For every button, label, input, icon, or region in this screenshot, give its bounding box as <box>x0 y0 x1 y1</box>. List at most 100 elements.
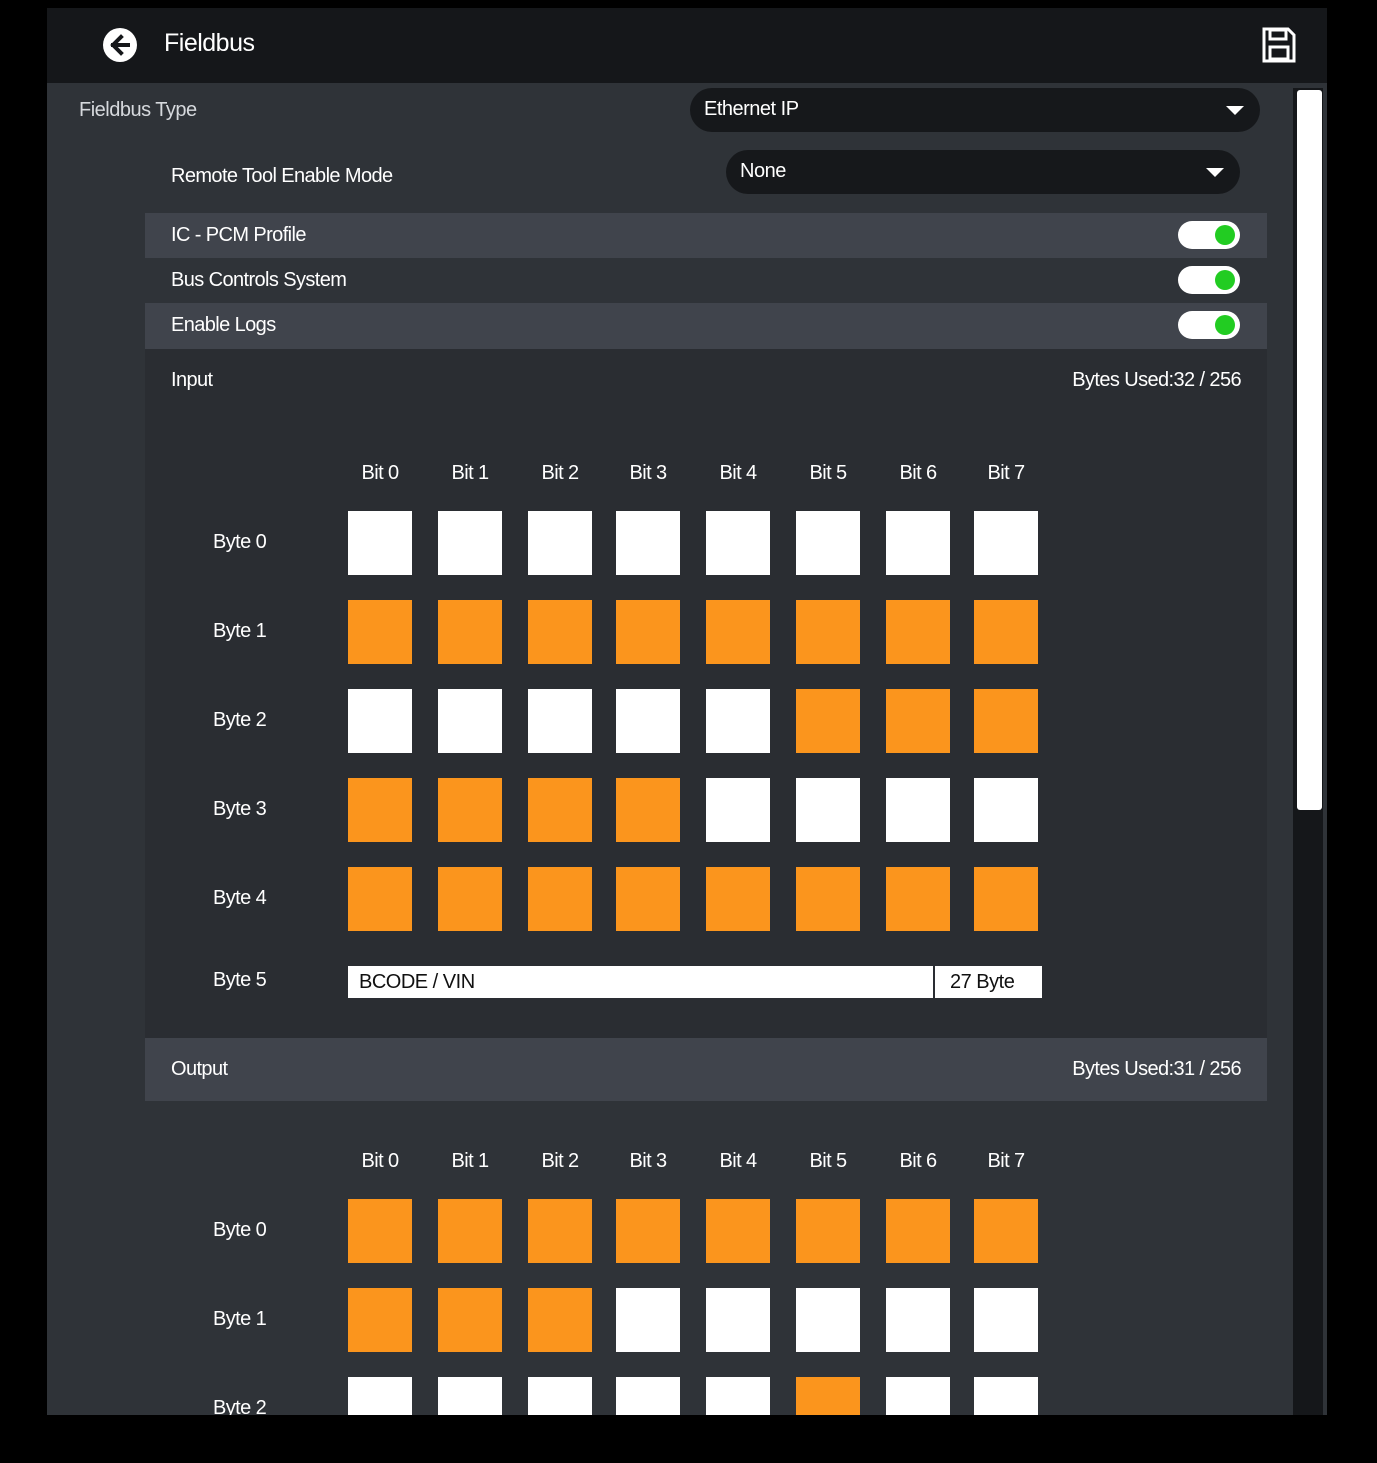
input-byte-label: Byte 3 <box>213 798 267 820</box>
input-bit-cell[interactable] <box>348 778 412 842</box>
input-bit-cell[interactable] <box>616 689 680 753</box>
divider <box>933 966 935 998</box>
save-button[interactable] <box>1261 26 1297 64</box>
input-bit-cell[interactable] <box>706 778 770 842</box>
bus-controls-label: Bus Controls System <box>171 269 347 291</box>
output-bit-cell[interactable] <box>616 1199 680 1263</box>
output-bit-cell[interactable] <box>438 1377 502 1415</box>
bcode-vin-name: BCODE / VIN <box>359 971 475 993</box>
input-bit-cell[interactable] <box>528 689 592 753</box>
input-bit-cell[interactable] <box>886 511 950 575</box>
output-bit-cell[interactable] <box>528 1199 592 1263</box>
output-bit-cell[interactable] <box>796 1377 860 1415</box>
output-bit-cell[interactable] <box>348 1288 412 1352</box>
input-bit-cell[interactable] <box>438 511 502 575</box>
output-bit-cell[interactable] <box>438 1288 502 1352</box>
fieldbus-type-select[interactable]: Ethernet IP <box>690 88 1260 132</box>
output-byte-label: Byte 0 <box>213 1219 267 1241</box>
input-bit-cell[interactable] <box>348 867 412 931</box>
input-bit-cell[interactable] <box>974 689 1038 753</box>
bcode-vin-size: 27 Byte <box>950 971 1015 993</box>
input-bit-cell[interactable] <box>438 689 502 753</box>
input-bit-cell[interactable] <box>796 689 860 753</box>
input-bit-cell[interactable] <box>616 511 680 575</box>
input-bit-cell[interactable] <box>706 689 770 753</box>
input-bit-cell[interactable] <box>438 600 502 664</box>
output-bit-cell[interactable] <box>974 1199 1038 1263</box>
input-bit-cell[interactable] <box>528 600 592 664</box>
input-bit-cell[interactable] <box>796 778 860 842</box>
output-bit-cell[interactable] <box>974 1288 1038 1352</box>
remote-tool-mode-select[interactable]: None <box>726 150 1240 194</box>
output-bit-cell[interactable] <box>616 1377 680 1415</box>
input-bit-cell[interactable] <box>886 867 950 931</box>
input-bit-cell[interactable] <box>974 600 1038 664</box>
input-bit-cell[interactable] <box>616 778 680 842</box>
input-bit-cell[interactable] <box>796 867 860 931</box>
input-bit-cell[interactable] <box>974 867 1038 931</box>
output-bit-cell[interactable] <box>796 1199 860 1263</box>
output-bit-cell[interactable] <box>706 1377 770 1415</box>
output-bit-cell[interactable] <box>796 1288 860 1352</box>
input-bit-cell[interactable] <box>706 511 770 575</box>
output-bit-cell[interactable] <box>706 1288 770 1352</box>
input-bit-cell[interactable] <box>528 867 592 931</box>
output-bit-cell[interactable] <box>974 1377 1038 1415</box>
input-bit-cell[interactable] <box>706 867 770 931</box>
output-bit-cell[interactable] <box>348 1377 412 1415</box>
output-bit-cell[interactable] <box>706 1199 770 1263</box>
input-bytes-used: Bytes Used:32 / 256 <box>1072 369 1241 391</box>
output-bit-cell[interactable] <box>616 1288 680 1352</box>
input-bit-cell[interactable] <box>528 511 592 575</box>
ic-pcm-profile-label: IC - PCM Profile <box>171 224 306 246</box>
input-byte-label: Byte 2 <box>213 709 267 731</box>
output-bit-header: Bit 1 <box>451 1150 489 1172</box>
input-title: Input <box>171 369 213 391</box>
output-bit-header: Bit 6 <box>899 1150 937 1172</box>
input-bit-header: Bit 4 <box>719 462 757 484</box>
input-byte-label: Byte 0 <box>213 531 267 553</box>
input-bit-cell[interactable] <box>348 689 412 753</box>
input-bit-cell[interactable] <box>886 600 950 664</box>
input-bit-cell[interactable] <box>886 689 950 753</box>
input-byte-label: Byte 4 <box>213 887 267 909</box>
input-bit-cell[interactable] <box>616 867 680 931</box>
input-bit-cell[interactable] <box>796 600 860 664</box>
output-bit-header: Bit 5 <box>809 1150 847 1172</box>
output-bit-cell[interactable] <box>528 1288 592 1352</box>
input-bit-cell[interactable] <box>796 511 860 575</box>
input-bit-header: Bit 7 <box>987 462 1025 484</box>
top-bar: Fieldbus <box>47 8 1327 83</box>
input-bit-cell[interactable] <box>528 778 592 842</box>
output-bit-cell[interactable] <box>886 1377 950 1415</box>
input-bit-cell[interactable] <box>438 778 502 842</box>
ic-pcm-profile-toggle[interactable] <box>1178 221 1240 249</box>
input-bit-cell[interactable] <box>974 778 1038 842</box>
input-bit-cell[interactable] <box>616 600 680 664</box>
output-bit-cell[interactable] <box>438 1199 502 1263</box>
input-bit-cell[interactable] <box>706 600 770 664</box>
input-bit-cell[interactable] <box>348 511 412 575</box>
input-bit-cell[interactable] <box>438 867 502 931</box>
input-bit-header: Bit 3 <box>629 462 667 484</box>
output-bit-cell[interactable] <box>886 1288 950 1352</box>
output-bit-cell[interactable] <box>528 1377 592 1415</box>
input-bit-grid: BCODE / VIN 27 Byte Bit 0 Bit 1 Bit 2 Bit 3… <box>145 414 1267 1038</box>
caret-down-icon <box>1226 106 1244 115</box>
input-bit-cell[interactable] <box>974 511 1038 575</box>
enable-logs-toggle[interactable] <box>1178 311 1240 339</box>
fieldbus-window: Fieldbus Fieldbus Type Ethernet IP Remot… <box>47 8 1327 1415</box>
bcode-vin-field[interactable]: BCODE / VIN 27 Byte <box>348 966 1042 998</box>
fieldbus-settings-panel: Remote Tool Enable Mode IC - PCM Profile… <box>145 145 1267 1415</box>
output-bit-cell[interactable] <box>886 1199 950 1263</box>
floppy-disk-icon <box>1262 27 1296 63</box>
input-bit-cell[interactable] <box>886 778 950 842</box>
input-bit-cell[interactable] <box>348 600 412 664</box>
output-bit-grid: Bit 0 Bit 1 Bit 2 Bit 3 Bit 4 Bit 5 Bit 6 Bit 7… <box>145 1101 1267 1415</box>
scrollbar-thumb[interactable] <box>1297 90 1322 810</box>
output-bit-cell[interactable] <box>348 1199 412 1263</box>
back-button[interactable] <box>103 28 137 62</box>
output-byte-label: Byte 2 <box>213 1397 267 1415</box>
bus-controls-toggle[interactable] <box>1178 266 1240 294</box>
input-section-header: Input Bytes Used:32 / 256 <box>145 349 1267 415</box>
